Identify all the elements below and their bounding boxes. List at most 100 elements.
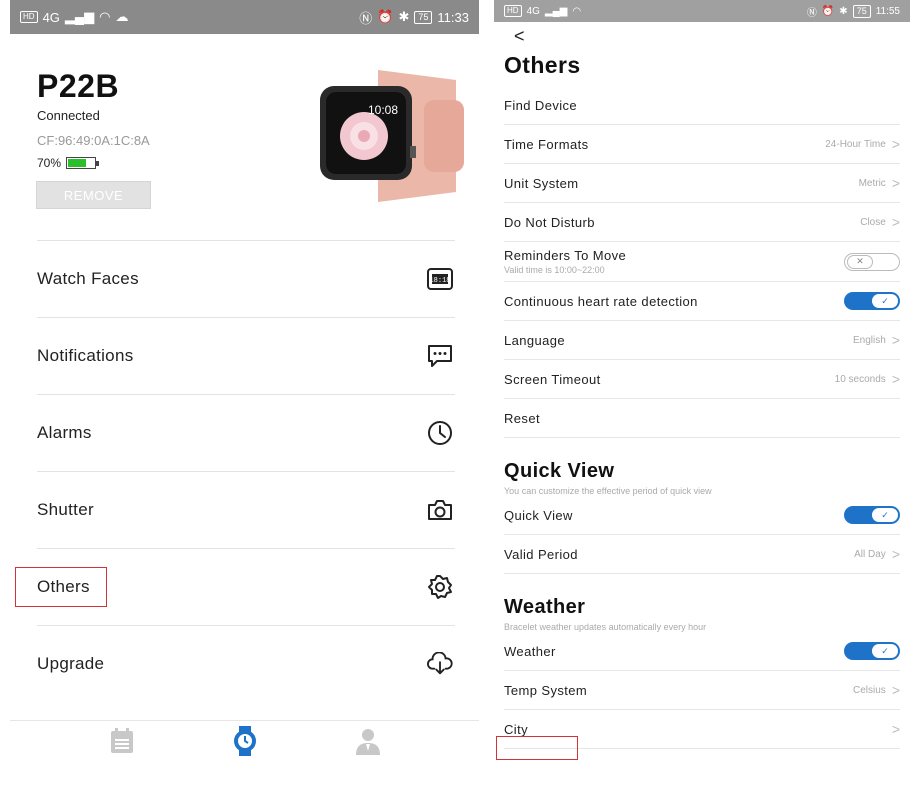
setting-label: City — [504, 721, 528, 737]
setting-label: Valid Period — [504, 546, 578, 562]
setting-text: Time Formats — [504, 137, 589, 152]
setting-row-find-device[interactable]: Find Device — [504, 86, 900, 125]
hd-badge: HD — [20, 11, 38, 23]
setting-row-continuous-heart-rate-detection[interactable]: Continuous heart rate detection ✓ — [504, 282, 900, 321]
clock-time: 11:33 — [437, 9, 469, 25]
menu-item-notifications[interactable]: Notifications — [37, 317, 455, 394]
setting-row-temp-system[interactable]: Temp System Celsius > — [504, 671, 900, 710]
chevron-right-icon: > — [891, 214, 900, 230]
menu-item-alarms[interactable]: Alarms — [37, 394, 455, 471]
signal-label: 4G — [526, 5, 540, 17]
device-name: P22B — [37, 68, 120, 104]
setting-value: All Day — [854, 548, 886, 560]
section-title: Weather — [504, 596, 586, 618]
status-bar: HD 4G ▂▄▆ ◠ ☁ Ⓝ ⏰ ✱ 75 11:33 — [10, 0, 479, 34]
wifi-icon: ◠ — [572, 5, 582, 17]
toggle-switch[interactable]: ✓ — [844, 642, 900, 660]
cloud-download-icon — [427, 651, 453, 677]
setting-row-language[interactable]: Language English > — [504, 321, 900, 360]
setting-row-time-formats[interactable]: Time Formats 24-Hour Time > — [504, 125, 900, 164]
setting-label: Reminders To Move — [504, 248, 627, 263]
setting-text: Valid Period — [504, 547, 578, 562]
bluetooth-icon: ✱ — [839, 5, 848, 17]
watch-time: 10:08 — [368, 103, 398, 117]
setting-row-do-not-disturb[interactable]: Do Not Disturb Close > — [504, 203, 900, 242]
setting-control: ✓ — [844, 506, 900, 524]
highlight-city — [496, 736, 578, 760]
setting-row-screen-timeout[interactable]: Screen Timeout 10 seconds > — [504, 360, 900, 399]
setting-control: ✓ — [844, 642, 900, 660]
clock-icon — [427, 420, 453, 446]
setting-label: Language — [504, 332, 566, 348]
setting-control: English > — [853, 332, 900, 348]
tab-calendar-icon[interactable] — [107, 726, 137, 756]
settings-list: Find Device Time Formats 24-Hour Time > Unit… — [504, 86, 900, 749]
calendar-icon — [110, 727, 133, 753]
check-icon: ✓ — [872, 644, 898, 658]
chevron-right-icon: > — [891, 371, 900, 387]
chevron-right-icon: > — [891, 546, 900, 562]
connection-status: Connected — [37, 108, 100, 123]
setting-value: Celsius — [853, 684, 886, 696]
tab-person-icon[interactable] — [353, 726, 383, 756]
bluetooth-icon: ✱ — [398, 9, 410, 24]
toggle-switch[interactable]: ✓ — [844, 506, 900, 524]
signal-label: 4G — [42, 9, 60, 25]
battery-status: 75 — [414, 10, 433, 24]
setting-label: Quick View — [504, 507, 573, 523]
setting-text: Weather — [504, 644, 556, 659]
toggle-switch[interactable]: ✕ — [844, 252, 900, 271]
setting-control: Metric > — [859, 175, 900, 191]
back-button[interactable]: < — [514, 26, 525, 47]
menu-item-label: Notifications — [37, 346, 134, 365]
setting-label: Find Device — [504, 97, 578, 113]
bottom-tab-bar — [10, 720, 479, 760]
setting-label: Screen Timeout — [504, 371, 601, 387]
highlight-others — [15, 567, 107, 607]
x-icon: ✕ — [847, 254, 873, 269]
setting-text: Reset — [504, 411, 540, 426]
setting-row-reminders-to-move[interactable]: Reminders To Move Valid time is 10:00~22:… — [504, 242, 900, 282]
chevron-right-icon: > — [891, 332, 900, 348]
device-battery: 70% — [37, 156, 100, 170]
chevron-right-icon: > — [891, 682, 900, 698]
section-description: You can customize the effective period o… — [504, 486, 712, 496]
setting-row-valid-period[interactable]: Valid Period All Day > — [504, 535, 900, 574]
check-icon: ✓ — [872, 508, 898, 522]
section-weather: Weather Bracelet weather updates automati… — [504, 574, 900, 632]
setting-text: Temp System — [504, 683, 587, 698]
setting-row-unit-system[interactable]: Unit System Metric > — [504, 164, 900, 203]
menu-item-upgrade[interactable]: Upgrade — [37, 625, 455, 702]
status-bar: HD 4G ▂▄▆ ◠ Ⓝ ⏰ ✱ 75 11:55 — [494, 0, 910, 22]
remove-button[interactable]: REMOVE — [36, 181, 151, 209]
setting-control: ✕ — [844, 252, 900, 271]
menu-item-watch-faces[interactable]: Watch Faces 18:18 — [37, 240, 455, 317]
battery-percent: 70% — [37, 156, 62, 170]
setting-text: Quick View — [504, 508, 573, 523]
nfc-icon: Ⓝ — [359, 10, 373, 26]
gear-icon — [427, 574, 453, 600]
wifi-icon: ◠ — [99, 9, 111, 24]
setting-row-quick-view[interactable]: Quick View ✓ — [504, 496, 900, 535]
watch-icon — [233, 725, 256, 756]
setting-control: Celsius > — [853, 682, 900, 698]
camera-icon — [427, 497, 453, 523]
setting-value: 10 seconds — [834, 373, 886, 385]
setting-label: Weather — [504, 643, 556, 659]
menu-item-shutter[interactable]: Shutter — [37, 471, 455, 548]
setting-row-weather[interactable]: Weather ✓ — [504, 632, 900, 671]
setting-value: English — [853, 334, 886, 346]
message-icon — [427, 343, 453, 369]
watch-face-icon: 18:18 — [427, 266, 453, 292]
section-title: Quick View — [504, 460, 615, 482]
svg-text:18:18: 18:18 — [429, 277, 450, 285]
chevron-right-icon: > — [891, 136, 900, 152]
toggle-switch[interactable]: ✓ — [844, 292, 900, 310]
clock-time: 11:55 — [875, 5, 900, 17]
check-icon: ✓ — [872, 294, 898, 308]
setting-row-reset[interactable]: Reset — [504, 399, 900, 438]
settings-menu: Watch Faces 18:18 Notifications Alarms Shutt… — [37, 240, 455, 702]
battery-status: 75 — [852, 4, 871, 18]
setting-control: > — [892, 721, 900, 737]
tab-watch-icon[interactable] — [230, 725, 260, 756]
